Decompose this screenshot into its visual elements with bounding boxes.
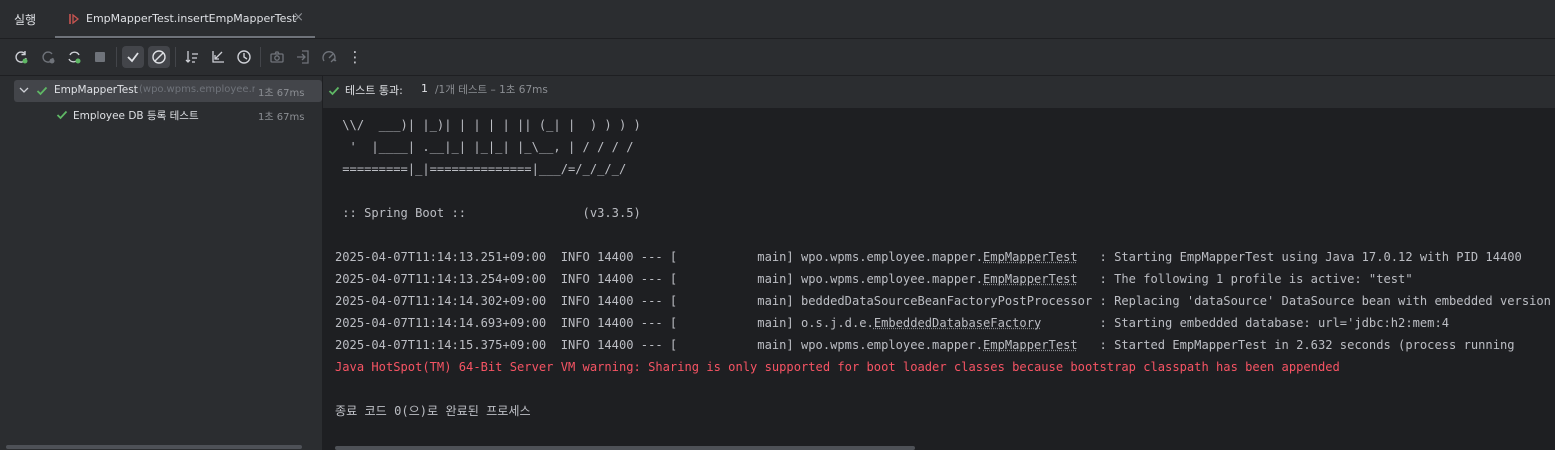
console-log-line: 2025-04-07T11:14:13.251+09:00 INFO 14400… <box>335 249 1522 265</box>
console-log-line: 2025-04-07T11:14:14.693+09:00 INFO 14400… <box>335 315 1449 331</box>
history-icon[interactable] <box>233 46 255 68</box>
test-status-bar: 테스트 통과: 1 /1개 테스트 – 1초 67ms <box>323 76 1555 109</box>
sort-duration-icon[interactable] <box>207 46 229 68</box>
toolbar-separator <box>260 47 261 67</box>
scrollbar-thumb[interactable] <box>6 445 302 449</box>
tree-item-package: (wpo.wpms.employee.mapper) <box>139 84 255 95</box>
tree-item-duration: 1초 67ms <box>258 112 305 123</box>
console-log-line: 2025-04-07T11:14:13.254+09:00 INFO 14400… <box>335 271 1413 287</box>
tree-item-emp-mapper-test[interactable]: EmpMapperTest (wpo.wpms.employee.mapper)… <box>14 80 322 102</box>
logger-link[interactable]: EmbeddedDatabaseFactory <box>874 316 1041 330</box>
tree-item-label: EmpMapperTest <box>54 84 138 96</box>
sort-alpha-icon[interactable] <box>181 46 203 68</box>
tree-item-duration: 1초 67ms <box>258 88 305 99</box>
stop-icon[interactable] <box>89 46 111 68</box>
tests-passed-detail: /1개 테스트 – 1초 67ms <box>435 84 548 96</box>
console-banner-line: =========|_|==============|___/=/_/_/_/ <box>335 162 627 176</box>
console-output[interactable]: \\/ ___)| |_)| | | | | || (_| | ) ) ) ) … <box>323 109 1555 450</box>
log-message: : Starting EmpMapperTest using Java 17.0… <box>1077 250 1522 264</box>
run-toolbar: ⋮ <box>0 39 1555 76</box>
toolbar-separator <box>116 47 117 67</box>
console-horizontal-scrollbar[interactable] <box>335 446 915 450</box>
export-icon[interactable] <box>318 46 340 68</box>
run-tab-emp-mapper-test[interactable]: EmpMapperTest.insertEmpMapperTest × <box>55 0 315 38</box>
log-prefix: 2025-04-07T11:14:13.254+09:00 INFO 14400… <box>335 272 984 286</box>
console-banner-line: \\/ ___)| |_)| | | | | || (_| | ) ) ) ) <box>335 118 641 132</box>
logger-link[interactable]: EmpMapperTest <box>983 338 1078 352</box>
run-tool-window-header: 실행 EmpMapperTest.insertEmpMapperTest × <box>0 0 1555 39</box>
logger-link[interactable]: EmpMapperTest <box>983 272 1078 286</box>
tree-item-employee-db-test[interactable]: Employee DB 등록 테스트 1초 67ms <box>14 104 322 126</box>
import-icon[interactable] <box>292 46 314 68</box>
log-message: : Starting embedded database: url='jdbc:… <box>1041 316 1450 330</box>
passed-check-icon <box>36 85 48 100</box>
toggle-auto-test-icon[interactable] <box>63 46 85 68</box>
log-prefix: 2025-04-07T11:14:15.375+09:00 INFO 14400… <box>335 338 984 352</box>
tree-item-label: Employee DB 등록 테스트 <box>73 110 199 122</box>
logger-link[interactable]: EmpMapperTest <box>983 250 1078 264</box>
log-message: : Started EmpMapperTest in 2.632 seconds… <box>1077 338 1515 352</box>
close-icon[interactable]: × <box>293 10 304 25</box>
show-passed-icon[interactable] <box>122 46 144 68</box>
run-tool-window-title: 실행 <box>14 13 37 27</box>
more-icon[interactable]: ⋮ <box>344 46 366 68</box>
rerun-failed-icon[interactable] <box>37 46 59 68</box>
test-tree-panel: EmpMapperTest (wpo.wpms.employee.mapper)… <box>0 76 323 450</box>
show-ignored-icon[interactable] <box>148 46 170 68</box>
tests-passed-count: 1 <box>421 82 428 95</box>
console-log-line: 2025-04-07T11:14:14.302+09:00 INFO 14400… <box>335 293 1551 309</box>
log-prefix: 2025-04-07T11:14:14.693+09:00 INFO 14400… <box>335 316 874 330</box>
test-run-icon <box>67 12 81 26</box>
log-message: : The following 1 profile is active: "te… <box>1077 272 1413 286</box>
tests-passed-label: 테스트 통과: <box>345 84 403 97</box>
console-spring-boot-line: :: Spring Boot :: (v3.3.5) <box>335 206 641 220</box>
passed-check-icon <box>56 109 68 124</box>
console-warning-line: Java HotSpot(TM) 64-Bit Server VM warnin… <box>335 360 1340 374</box>
active-tab-indicator <box>55 36 315 38</box>
rerun-icon[interactable] <box>10 46 32 68</box>
run-tab-title: EmpMapperTest.insertEmpMapperTest <box>86 12 297 25</box>
console-log-line: 2025-04-07T11:14:15.375+09:00 INFO 14400… <box>335 337 1515 353</box>
log-prefix: 2025-04-07T11:14:14.302+09:00 INFO 14400… <box>335 294 1093 308</box>
tree-horizontal-scrollbar[interactable] <box>0 444 322 450</box>
screenshot-icon[interactable] <box>266 46 288 68</box>
chevron-down-icon[interactable] <box>18 84 30 99</box>
log-message: : Replacing 'dataSource' DataSource bean… <box>1092 294 1551 308</box>
passed-check-icon <box>328 85 340 100</box>
log-prefix: 2025-04-07T11:14:13.251+09:00 INFO 14400… <box>335 250 984 264</box>
toolbar-separator <box>175 47 176 67</box>
console-banner-line: ' |____| .__|_| |_|_| |_\__, | / / / / <box>335 140 634 154</box>
console-exit-line: 종료 코드 0(으)로 완료된 프로세스 <box>335 404 531 418</box>
